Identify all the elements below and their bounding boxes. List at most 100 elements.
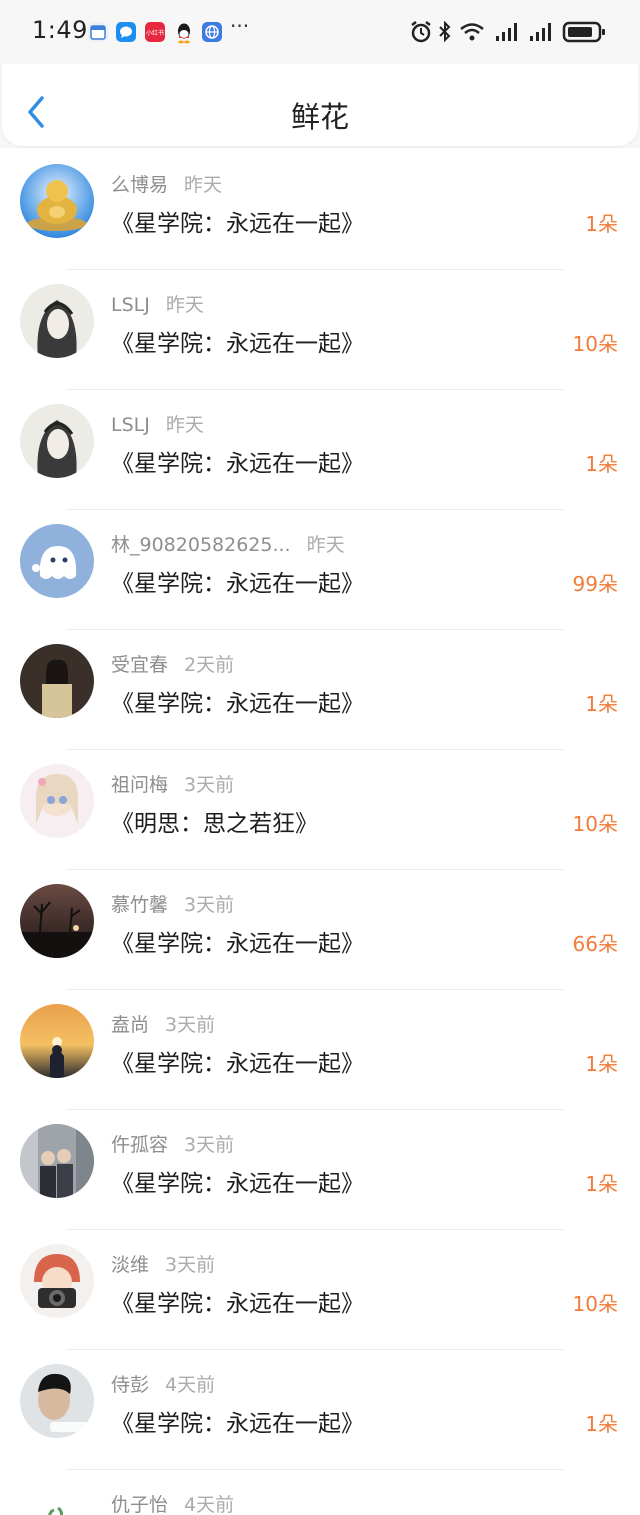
avatar[interactable] <box>20 164 94 238</box>
sender-name[interactable]: 林_90820582625... <box>111 534 291 556</box>
sender-name[interactable]: 祖问梅 <box>111 774 168 796</box>
sender-meta: 侍彭 4天前 <box>111 1370 215 1397</box>
book-title[interactable]: 《星学院：永远在一起》 <box>111 564 364 598</box>
list-item[interactable]: 仵孤容 3天前《星学院：永远在一起》 1朵 <box>0 1110 640 1230</box>
header: 鲜花 <box>0 64 640 148</box>
flower-count: 1朵 <box>585 692 618 716</box>
sender-meta: 仵孤容 3天前 <box>111 1130 234 1157</box>
avatar[interactable] <box>20 524 94 598</box>
list-item[interactable]: 受宜春 2天前《星学院：永远在一起》 1朵 <box>0 630 640 750</box>
flower-count: 10朵 <box>572 812 618 836</box>
message-icon <box>116 22 136 42</box>
book-title[interactable]: 《星学院：永远在一起》 <box>111 444 364 478</box>
sender-meta: 么博易 昨天 <box>111 170 222 197</box>
book-title[interactable]: 《星学院：永远在一起》 <box>111 1164 364 1198</box>
sender-name[interactable]: 侍彭 <box>111 1374 149 1396</box>
svg-text:小红书: 小红书 <box>146 29 164 37</box>
list-item[interactable]: 慕竹馨 3天前 《星学院：永远在一起》 66朵 <box>0 870 640 990</box>
sender-name[interactable]: 慕竹馨 <box>111 894 168 916</box>
avatar[interactable] <box>20 764 94 838</box>
list-item[interactable]: 侍彭 4天前《星学院：永远在一起》 1朵 <box>0 1350 640 1470</box>
battery-icon <box>562 21 605 43</box>
sender-meta: LSLJ 昨天 <box>111 410 204 437</box>
list-item[interactable]: 盍尚 3天前 《星学院：永远在一起》 1朵 <box>0 990 640 1110</box>
book-title[interactable]: 《星学院：永远在一起》 <box>111 324 364 358</box>
more-notifications-icon: ··· <box>230 14 250 38</box>
flower-count: 1朵 <box>585 1052 618 1076</box>
flower-count: 10朵 <box>572 332 618 356</box>
avatar-image <box>20 764 94 838</box>
browser-icon <box>202 22 222 42</box>
flower-count: 99朵 <box>572 572 618 596</box>
avatar-image <box>20 1124 94 1198</box>
list-item[interactable]: 仇子怡 4天前 <box>0 1470 640 1515</box>
avatar[interactable] <box>20 644 94 718</box>
sent-time: 昨天 <box>184 174 223 196</box>
flower-count: 1朵 <box>585 1172 618 1196</box>
sent-time: 3天前 <box>165 1254 216 1276</box>
list-item[interactable]: 么博易 昨天《星学院：永远在一起》 1朵 <box>0 150 640 270</box>
sender-meta: 慕竹馨 3天前 <box>111 890 234 917</box>
avatar[interactable] <box>20 284 94 358</box>
qq-icon <box>174 22 194 44</box>
status-bar: 1:49 小红书 ··· <box>0 0 640 64</box>
flower-count: 1朵 <box>585 1412 618 1436</box>
sender-meta: 仇子怡 4天前 <box>111 1490 234 1515</box>
avatar-image <box>20 404 94 478</box>
avatar[interactable] <box>20 404 94 478</box>
book-title[interactable]: 《明思：思之若狂》 <box>111 804 318 838</box>
list-item[interactable]: LSLJ 昨天 《星学院：永远在一起》 10朵 <box>0 270 640 390</box>
list-item[interactable]: 林_90820582625... 昨天《星学院：永远在一起》 99朵 <box>0 510 640 630</box>
sender-name[interactable]: 盍尚 <box>111 1014 149 1036</box>
sender-name[interactable]: 么博易 <box>111 174 168 196</box>
list-item[interactable]: 淡维 3天前《星学院：永远在一起》 10朵 <box>0 1230 640 1350</box>
sent-time: 3天前 <box>184 1134 235 1156</box>
sent-time: 3天前 <box>184 894 235 916</box>
sent-time: 昨天 <box>165 414 204 436</box>
book-title[interactable]: 《星学院：永远在一起》 <box>111 684 364 718</box>
sender-name[interactable]: 仇子怡 <box>111 1494 168 1515</box>
avatar[interactable] <box>20 1484 94 1515</box>
alarm-icon <box>411 21 431 43</box>
avatar[interactable] <box>20 1244 94 1318</box>
avatar[interactable] <box>20 1364 94 1438</box>
sender-name[interactable]: LSLJ <box>111 414 150 436</box>
sender-name[interactable]: 仵孤容 <box>111 1134 168 1156</box>
book-title[interactable]: 《星学院：永远在一起》 <box>111 204 364 238</box>
flower-list: 么博易 昨天 《星学院：永远在一起》 1朵 LSLJ 昨天 《星学院：永远在一起》 10朵 LS… <box>0 150 640 1515</box>
avatar[interactable] <box>20 884 94 958</box>
book-title[interactable]: 《星学院：永远在一起》 <box>111 1284 364 1318</box>
book-title[interactable]: 《星学院：永远在一起》 <box>111 1404 364 1438</box>
list-item[interactable]: LSLJ 昨天《星学院：永远在一起》 1朵 <box>0 390 640 510</box>
avatar[interactable] <box>20 1004 94 1078</box>
sender-meta: 受宜春 2天前 <box>111 650 234 677</box>
flower-count: 10朵 <box>572 1292 618 1316</box>
sender-name[interactable]: 受宜春 <box>111 654 168 676</box>
avatar[interactable] <box>20 1124 94 1198</box>
wifi-icon <box>460 23 484 41</box>
sender-meta: 林_90820582625... 昨天 <box>111 530 345 557</box>
avatar-image <box>20 164 94 238</box>
header-card: 鲜花 <box>2 64 638 146</box>
bluetooth-icon <box>439 20 451 43</box>
list-item[interactable]: 祖问梅 3天前《明思：思之若狂》 10朵 <box>0 750 640 870</box>
book-title[interactable]: 《星学院：永远在一起》 <box>111 1044 364 1078</box>
xiaohongshu-icon: 小红书 <box>145 22 165 42</box>
flower-count: 1朵 <box>585 212 618 236</box>
avatar-image <box>20 524 94 598</box>
avatar-image <box>20 884 94 958</box>
avatar-image <box>20 1244 94 1318</box>
sent-time: 4天前 <box>165 1374 216 1396</box>
avatar-image <box>20 1364 94 1438</box>
sent-time: 4天前 <box>184 1494 235 1515</box>
sent-time: 3天前 <box>184 774 235 796</box>
avatar-image <box>20 1484 94 1515</box>
flower-count: 1朵 <box>585 452 618 476</box>
sender-name[interactable]: LSLJ <box>111 294 150 316</box>
sender-meta: 祖问梅 3天前 <box>111 770 234 797</box>
status-time: 1:49 <box>32 16 88 44</box>
book-title[interactable]: 《星学院：永远在一起》 <box>111 924 364 958</box>
signal-icon <box>530 23 551 41</box>
sender-name[interactable]: 淡维 <box>111 1254 149 1276</box>
avatar-image <box>20 644 94 718</box>
